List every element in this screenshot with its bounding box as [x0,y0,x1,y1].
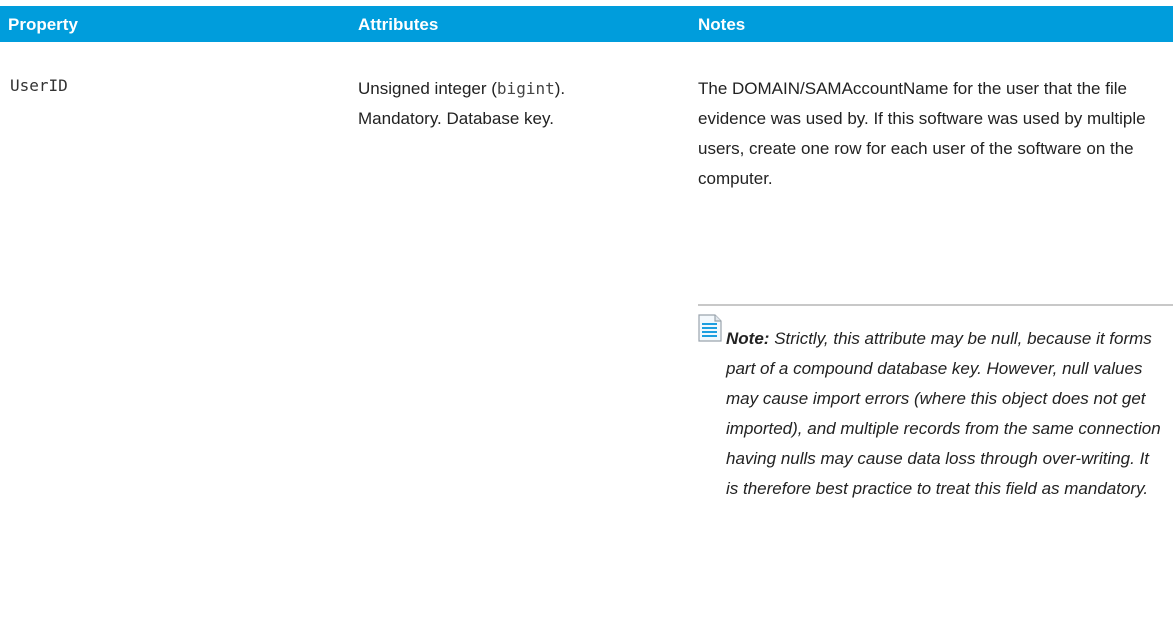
table-header-row: Property Attributes Notes [0,6,1173,42]
note-body: Strictly, this attribute may be null, be… [726,329,1161,498]
table-row: UserID Unsigned integer (bigint). Mandat… [0,42,1173,632]
notes-cell: The DOMAIN/SAMAccountName for the user t… [698,79,1146,188]
header-property: Property [8,15,78,34]
header-attributes: Attributes [358,15,439,34]
properties-table: Property Attributes Notes UserID Unsigne… [0,6,1173,632]
attribute-type-code: bigint [496,79,555,98]
header-notes: Notes [698,15,746,34]
attributes-cell: Unsigned integer (bigint). Mandatory. Da… [358,74,658,134]
note-label: Note: [726,329,770,348]
property-cell: UserID [10,76,68,95]
attribute-type-prefix: Unsigned integer ( [358,79,497,98]
note-document-icon [698,314,722,342]
attribute-constraints: Mandatory. Database key. [358,109,554,128]
attribute-type-suffix: ). [554,79,566,98]
note-divider [698,304,1173,306]
note-text: Note: Strictly, this attribute may be nu… [726,324,1166,504]
